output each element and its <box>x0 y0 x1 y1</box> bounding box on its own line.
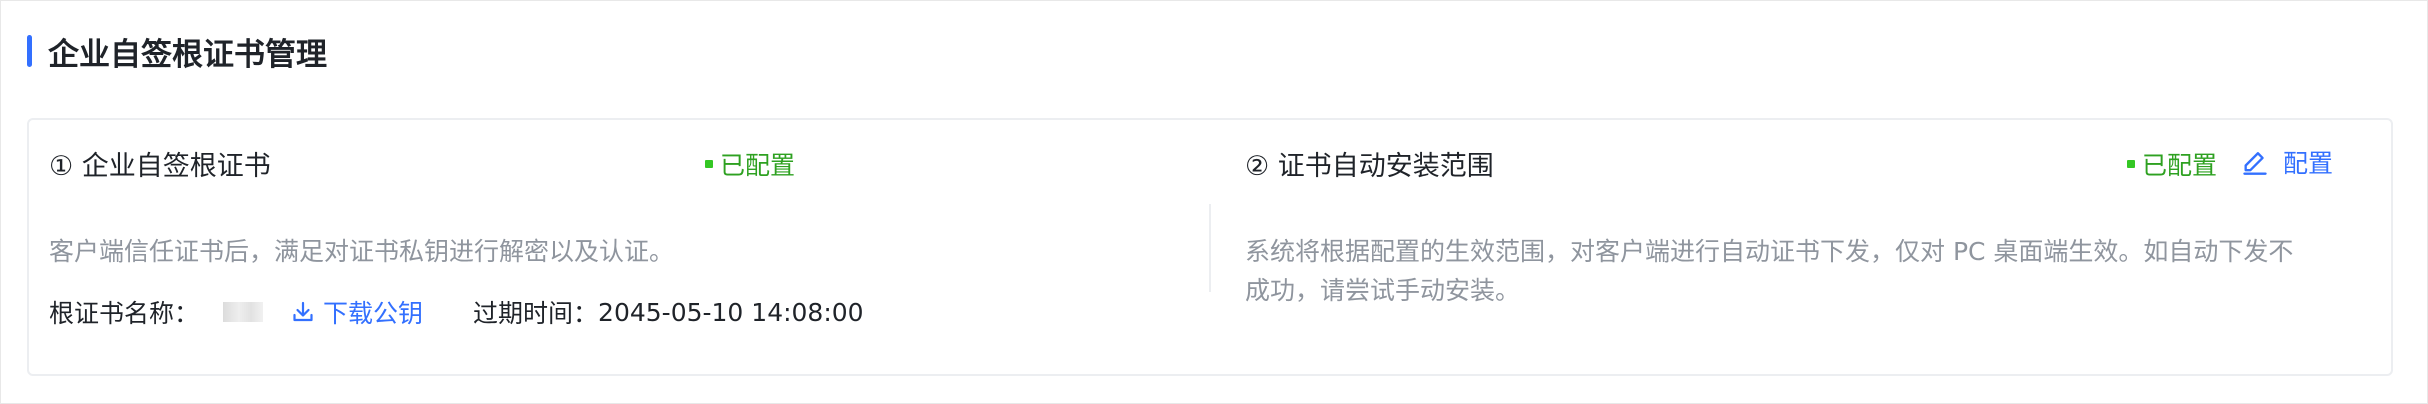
configure-label: 配置 <box>2283 149 2334 178</box>
root-cert-title: ① 企业自签根证书 <box>49 151 271 182</box>
page: 企业自签根证书管理 ① 企业自签根证书 已配置 客户端信任证书后，满足对证书私钥… <box>0 0 2428 404</box>
expire-label: 过期时间： <box>473 299 599 328</box>
status-dot-icon <box>705 160 713 168</box>
root-cert-status-badge: 已配置 <box>705 146 795 182</box>
cert-name-label: 根证书名称： <box>49 299 200 328</box>
auto-install-description-line1: 系统将根据配置的生效范围，对客户端进行自动证书下发，仅对 PC 桌面端生效。如自… <box>1245 237 2294 266</box>
edit-icon <box>2243 152 2267 175</box>
download-public-key-label: 下载公钥 <box>323 299 424 328</box>
panel-divider <box>1209 204 1211 292</box>
download-public-key-link[interactable]: 下载公钥 <box>291 294 423 330</box>
page-title: 企业自签根证书管理 <box>48 36 327 73</box>
auto-install-status-text: 已配置 <box>2142 151 2218 180</box>
auto-install-title: ② 证书自动安装范围 <box>1245 151 1494 182</box>
configure-button[interactable]: 配置 <box>2241 144 2333 180</box>
root-cert-meta-row: 根证书名称： 下载公钥 过期时间： 2045-05-10 14:08:00 <box>49 292 864 332</box>
cert-card: ① 企业自签根证书 已配置 客户端信任证书后，满足对证书私钥进行解密以及认证。 … <box>27 118 2393 376</box>
root-cert-description: 客户端信任证书后，满足对证书私钥进行解密以及认证。 <box>49 237 675 266</box>
root-cert-status-text: 已配置 <box>720 151 796 180</box>
section-header: 企业自签根证书管理 <box>27 31 327 73</box>
status-dot-icon <box>2127 160 2135 168</box>
cert-name-masked-value <box>223 302 264 322</box>
title-accent-bar <box>27 35 32 67</box>
auto-install-description-line2: 成功，请尝试手动安装。 <box>1245 276 1521 305</box>
download-icon <box>293 301 313 322</box>
expire-value: 2045-05-10 14:08:00 <box>598 297 864 327</box>
auto-install-description: 系统将根据配置的生效范围，对客户端进行自动证书下发，仅对 PC 桌面端生效。如自… <box>1245 232 2293 310</box>
auto-install-status-badge: 已配置 <box>2127 146 2217 182</box>
